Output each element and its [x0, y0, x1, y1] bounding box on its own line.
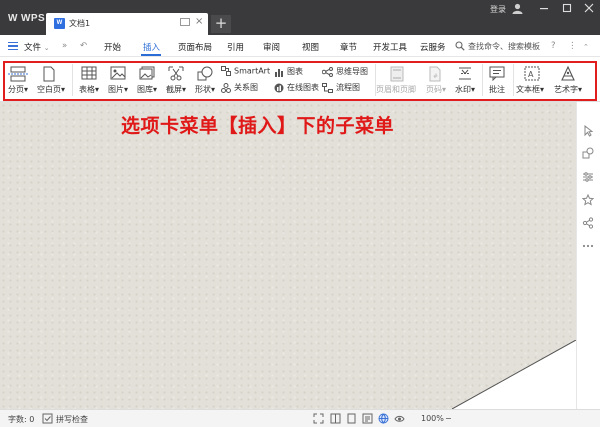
spell-check-toggle[interactable]: 拼写检查	[56, 414, 88, 425]
more-icon[interactable]	[582, 240, 594, 252]
more-options-icon[interactable]: ⋮	[568, 41, 577, 51]
read-mode-icon[interactable]	[330, 413, 341, 424]
search-icon[interactable]	[455, 41, 465, 51]
status-bar: 字数: 0 拼写检查 100% −	[0, 409, 600, 427]
tab-home[interactable]: 开始	[104, 41, 121, 53]
chevron-down-icon: ⌄	[43, 44, 50, 52]
word-count[interactable]: 字数: 0	[8, 414, 34, 425]
outline-view-icon[interactable]	[362, 413, 373, 424]
collapse-ribbon-icon[interactable]: ⌃	[583, 43, 589, 51]
close-tab-icon[interactable]: ×	[195, 16, 203, 27]
app-name: WPS	[20, 13, 46, 24]
tab-page-layout[interactable]: 页面布局	[178, 41, 212, 53]
menu-bar: 文件 ⌄ » ↶ 开始 插入 页面布局 引用 审阅 视图 章节 开发工具 云服务…	[0, 35, 600, 57]
login-link[interactable]: 登录	[490, 4, 506, 15]
tab-review[interactable]: 审阅	[263, 41, 280, 53]
file-menu[interactable]: 文件 ⌄	[24, 41, 50, 53]
adjust-icon[interactable]	[582, 171, 594, 183]
menu-icon[interactable]	[8, 42, 18, 50]
new-tab-button[interactable]: +	[211, 15, 231, 33]
web-view-icon[interactable]	[378, 413, 389, 424]
tab-section[interactable]: 章节	[340, 41, 357, 53]
eye-protection-icon[interactable]	[394, 413, 405, 424]
wps-logo-icon: W	[8, 13, 18, 24]
tab-cloud-service[interactable]: 云服务	[420, 41, 446, 53]
document-tab[interactable]: W 文档1 ×	[46, 13, 208, 35]
fullscreen-icon[interactable]	[313, 413, 324, 424]
minimize-icon[interactable]	[537, 2, 551, 14]
shapes-icon[interactable]	[582, 147, 594, 159]
page-corner-curl	[452, 340, 576, 409]
share-icon[interactable]	[582, 217, 594, 229]
tab-view[interactable]: 视图	[302, 41, 319, 53]
maximize-icon[interactable]	[560, 2, 574, 14]
title-bar: W WPS W 文档1 × + 登录	[0, 0, 600, 35]
more-menus-button[interactable]: »	[62, 41, 67, 51]
close-window-icon[interactable]	[582, 2, 596, 14]
document-icon: W	[54, 18, 65, 29]
star-icon[interactable]	[582, 194, 594, 206]
page-view-icon[interactable]	[346, 413, 357, 424]
help-icon[interactable]: ?	[551, 41, 556, 51]
app-logo[interactable]: W WPS	[8, 13, 45, 24]
zoom-out-button[interactable]: −	[445, 414, 452, 423]
cursor-icon[interactable]	[582, 125, 594, 137]
file-menu-label: 文件	[24, 43, 42, 53]
document-tab-title: 文档1	[69, 19, 91, 28]
user-icon[interactable]	[512, 3, 523, 14]
zoom-level[interactable]: 100%	[421, 414, 444, 423]
search-input[interactable]: 查找命令、搜索模板	[468, 41, 540, 52]
tab-insert[interactable]: 插入	[143, 41, 160, 53]
highlight-box	[3, 61, 597, 101]
active-tab-indicator	[141, 54, 161, 56]
tab-references[interactable]: 引用	[227, 41, 244, 53]
undo-icon[interactable]: ↶	[80, 41, 87, 51]
spell-check-icon	[42, 413, 53, 424]
tab-developer-tools[interactable]: 开发工具	[373, 41, 407, 53]
monitor-icon[interactable]	[180, 18, 190, 26]
annotation-caption: 选项卡菜单【插入】下的子菜单	[121, 115, 395, 137]
